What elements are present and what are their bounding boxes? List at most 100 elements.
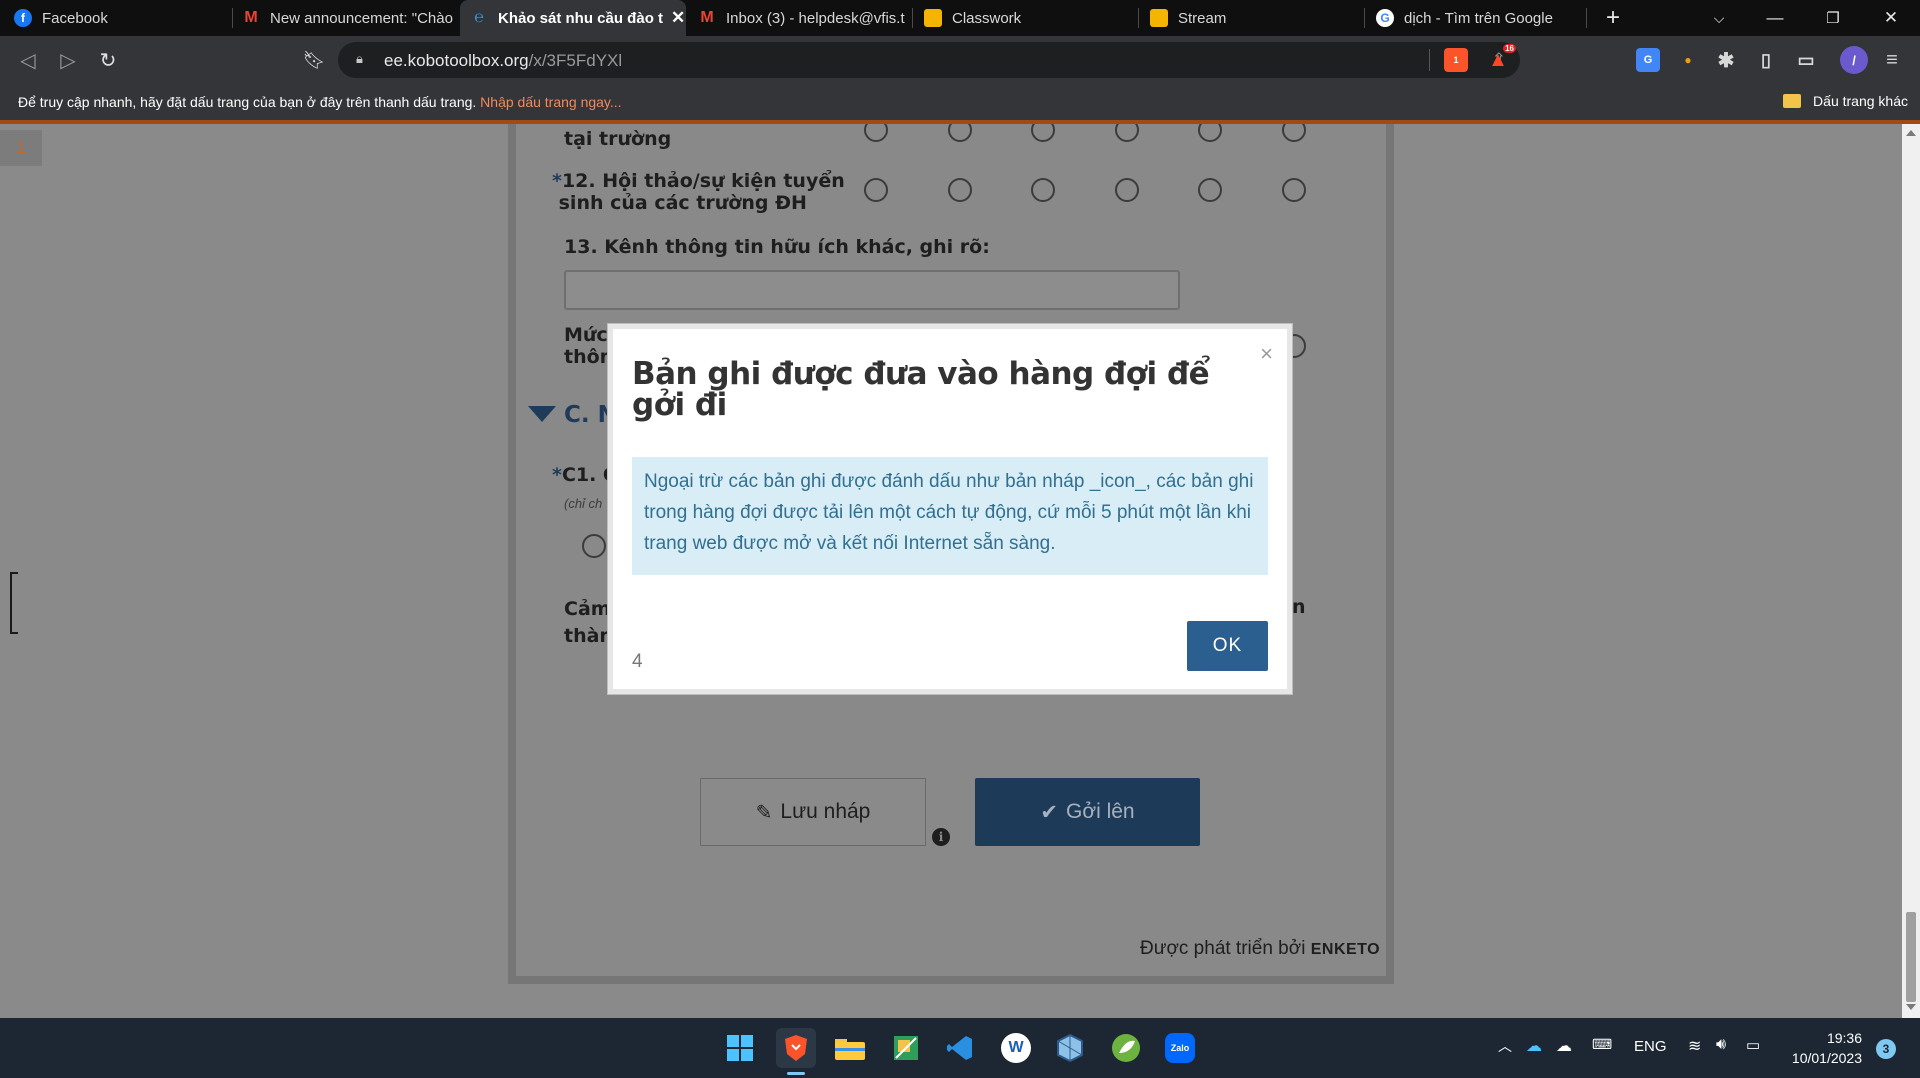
thanks-text: Cảm thàn: [564, 598, 613, 647]
q13-label: 13. Kênh thông tin hữu ích khác, ghi rõ:: [564, 236, 990, 258]
gmail-icon: M: [244, 9, 258, 26]
cloud-icon[interactable]: ☁: [1556, 1036, 1572, 1056]
radio-option[interactable]: [1031, 178, 1055, 202]
zalo-icon[interactable]: Zalo: [1160, 1028, 1200, 1068]
reload-icon[interactable]: ↻: [94, 46, 122, 74]
tab-label: Khảo sát nhu cầu đào t: [498, 9, 664, 27]
onedrive-icon[interactable]: ☁: [1526, 1036, 1542, 1056]
restore-icon[interactable]: ❐: [1810, 0, 1856, 36]
new-tab-icon[interactable]: +: [1590, 0, 1636, 36]
c1-hint: (chỉ ch: [564, 496, 603, 511]
menu-icon[interactable]: ≡: [1880, 48, 1904, 72]
notification-badge[interactable]: 3: [1876, 1039, 1896, 1059]
google-icon: G: [1376, 9, 1394, 27]
radio-option[interactable]: [1282, 178, 1306, 202]
tab-facebook[interactable]: f Facebook: [4, 0, 228, 36]
radio-option[interactable]: [1115, 178, 1139, 202]
bookmarks-prompt: Để truy cập nhanh, hãy đặt dấu trang của…: [18, 94, 622, 110]
collapse-arrow-icon[interactable]: [528, 406, 556, 422]
gmail-icon: M: [700, 9, 714, 26]
thanks-text-tail: n: [1292, 596, 1306, 618]
back-icon[interactable]: ◁: [14, 46, 42, 74]
pencil-icon: ✎: [755, 801, 773, 824]
tab-label: Classwork: [952, 9, 1022, 27]
wifi-icon[interactable]: ≋: [1688, 1036, 1701, 1056]
dialog-title: Bản ghi được đưa vào hàng đợi để gởi đi: [632, 356, 1210, 423]
queued-record-dialog: × Bản ghi được đưa vào hàng đợi để gởi đ…: [608, 324, 1292, 694]
check-icon: ✔: [1040, 800, 1058, 824]
forward-icon[interactable]: ▷: [54, 46, 82, 74]
brave-browser-icon[interactable]: [776, 1028, 816, 1068]
show-hidden-icons-icon[interactable]: ︿: [1498, 1036, 1512, 1056]
tab-strip: f Facebook M New announcement: "Chào ℮ K…: [0, 0, 1920, 36]
virtualbox-icon[interactable]: [1050, 1028, 1090, 1068]
word-app-icon[interactable]: W: [996, 1028, 1036, 1068]
q13-text-input[interactable]: [564, 270, 1180, 310]
close-icon[interactable]: ×: [1260, 341, 1273, 367]
enketo-logo[interactable]: ENKETO: [1311, 941, 1380, 958]
partial-label: Mức thôn: [564, 324, 614, 368]
kobo-icon: ℮: [474, 9, 484, 26]
brave-rewards-icon[interactable]: ▲ 16: [1486, 44, 1516, 72]
tab-label: Inbox (3) - helpdesk@vfis.t: [726, 9, 905, 27]
minimize-icon[interactable]: —: [1752, 0, 1798, 36]
radio-option[interactable]: [582, 534, 606, 558]
extensions-puzzle-icon[interactable]: ✱: [1714, 48, 1738, 72]
translate-icon[interactable]: G: [1636, 48, 1660, 72]
address-bar[interactable]: 🔒︎ ee.kobotoolbox.org/x/3F5FdYXl ⇪: [338, 42, 1520, 78]
scroll-thumb[interactable]: [1906, 912, 1916, 1002]
tab-search-chevron-icon[interactable]: ⌵: [1696, 0, 1742, 36]
volume-icon[interactable]: 🔊︎: [1716, 1036, 1726, 1054]
tab-stream[interactable]: Stream: [1140, 0, 1364, 36]
classroom-icon: [924, 9, 942, 27]
folder-icon: [1783, 94, 1802, 108]
windows-start-icon[interactable]: [720, 1028, 760, 1068]
wallet-icon[interactable]: ▭: [1794, 48, 1818, 72]
profile-avatar[interactable]: /: [1840, 46, 1868, 74]
import-bookmarks-link[interactable]: Nhập dấu trang ngay...: [480, 94, 621, 110]
extension-orange-icon[interactable]: ●: [1676, 48, 1700, 72]
tab-gmail-announcement[interactable]: M New announcement: "Chào: [232, 0, 456, 36]
tab-label: Stream: [1178, 9, 1227, 27]
spring-tool-icon[interactable]: [1106, 1028, 1146, 1068]
side-bracket: [10, 572, 18, 634]
tab-kobo-survey[interactable]: ℮ Khảo sát nhu cầu đào t ✕: [460, 0, 686, 36]
submit-button[interactable]: ✔ Gởi lên: [975, 778, 1200, 846]
keyboard-icon[interactable]: ⌨: [1592, 1036, 1612, 1053]
close-window-icon[interactable]: ✕: [1868, 0, 1914, 36]
queue-count: 4: [632, 651, 643, 672]
brave-shield-icon[interactable]: 1: [1444, 48, 1468, 72]
other-bookmarks[interactable]: Dấu trang khác: [1783, 93, 1908, 109]
snipping-tool-icon[interactable]: [886, 1028, 926, 1068]
file-explorer-icon[interactable]: [830, 1028, 870, 1068]
tab-gmail-inbox[interactable]: M Inbox (3) - helpdesk@vfis.t: [688, 0, 912, 36]
page-scrollbar[interactable]: [1902, 124, 1920, 1018]
radio-option[interactable]: [864, 178, 888, 202]
page-number: 1: [0, 130, 42, 166]
close-tab-icon[interactable]: ✕: [663, 8, 685, 28]
q11-label-tail: tại trường: [564, 128, 672, 150]
vscode-icon[interactable]: [940, 1028, 980, 1068]
save-draft-button[interactable]: ✎ Lưu nháp: [700, 778, 926, 846]
battery-icon[interactable]: ▭: [1746, 1036, 1760, 1054]
radio-option[interactable]: [948, 178, 972, 202]
language-indicator[interactable]: ENG: [1634, 1038, 1667, 1055]
tab-label: Facebook: [42, 9, 108, 27]
bookmarks-bar: Để truy cập nhanh, hãy đặt dấu trang của…: [0, 84, 1920, 120]
bookmark-icon[interactable]: 🔖︎: [300, 46, 328, 74]
info-icon[interactable]: i: [932, 828, 950, 846]
scroll-up-icon[interactable]: [1906, 130, 1916, 136]
classroom-icon: [1150, 9, 1168, 27]
q12-label: *12. Hội thảo/sự kiện tuyển sinh của các…: [552, 170, 845, 214]
ok-button[interactable]: OK: [1187, 621, 1268, 671]
scroll-down-icon[interactable]: [1906, 1004, 1916, 1010]
radio-option[interactable]: [1198, 178, 1222, 202]
tab-google-search[interactable]: G dịch - Tìm trên Google: [1366, 0, 1586, 36]
tab-classwork[interactable]: Classwork: [914, 0, 1138, 36]
active-app-indicator: [787, 1072, 805, 1075]
powered-by: Được phát triển bởi ENKETO: [1140, 938, 1381, 959]
clock[interactable]: 19:36 10/01/2023: [1786, 1028, 1862, 1068]
sidebar-icon[interactable]: ▯: [1754, 48, 1778, 72]
lock-icon: 🔒︎: [356, 51, 363, 66]
facebook-icon: f: [14, 9, 32, 27]
